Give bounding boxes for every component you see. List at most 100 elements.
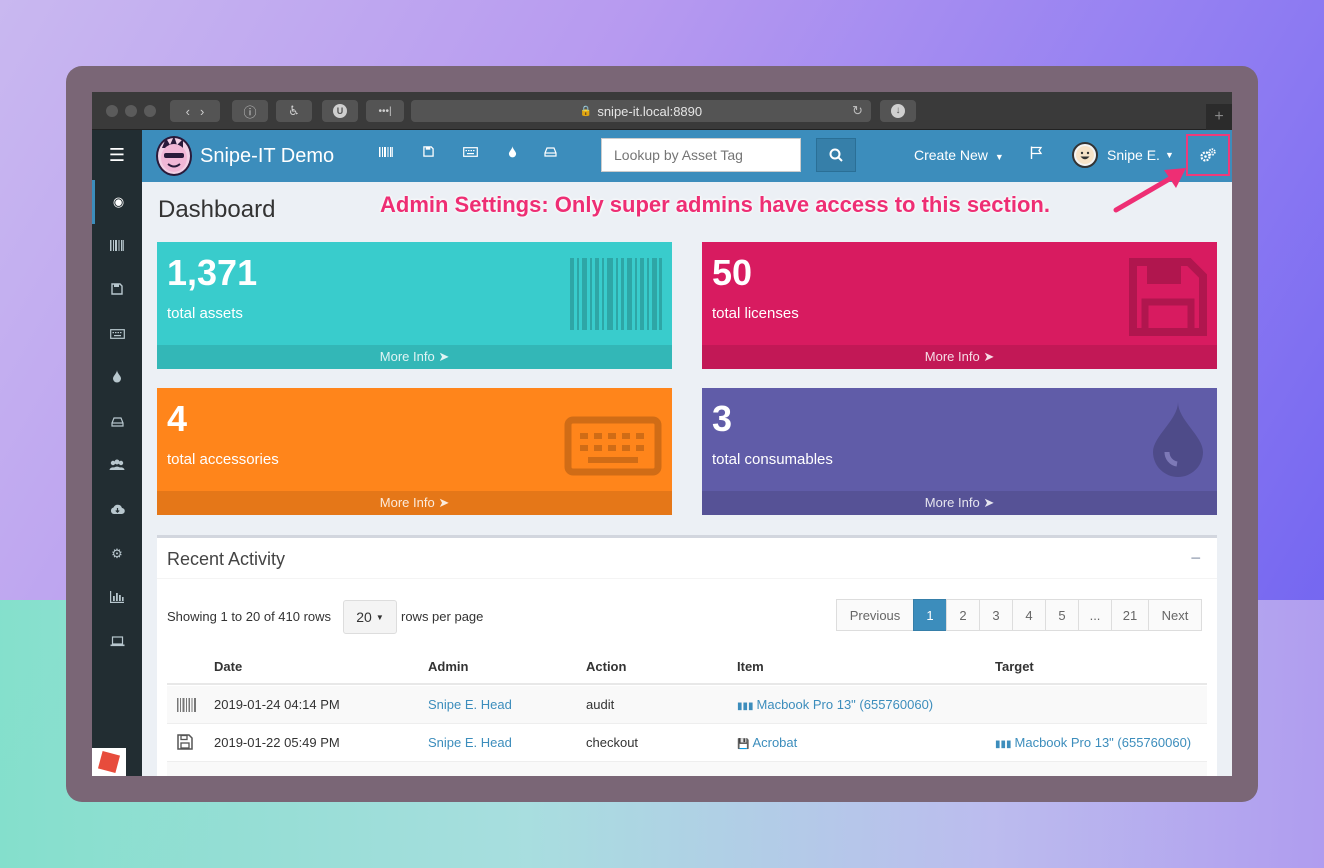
column-header-target[interactable]: Target [995, 659, 1034, 674]
accessories-nav-icon[interactable] [460, 146, 480, 160]
stat-label: total consumables [712, 451, 833, 468]
table-row: 2019-01-22 05:49 PM Snipe E. Head checko… [167, 724, 1207, 762]
sidebar-item-import[interactable] [92, 488, 142, 532]
extension-button[interactable]: U [322, 100, 358, 122]
password-button[interactable]: •••| [366, 100, 404, 122]
stat-label: total licenses [712, 305, 799, 322]
plus-icon: + [1214, 108, 1224, 125]
recent-activity-panel: Recent Activity − Showing 1 to 20 of 410… [157, 535, 1217, 776]
row-action: audit [586, 697, 615, 712]
row-target-link[interactable]: ▮▮▮ Macbook Pro 13" (655760060) [995, 735, 1191, 750]
column-header-date[interactable]: Date [214, 659, 242, 674]
back-forward-buttons[interactable]: ‹ › [170, 100, 220, 122]
column-header-admin[interactable]: Admin [428, 659, 468, 674]
sidebar-item-people[interactable] [92, 444, 142, 488]
row-date: 2019-01-24 04:14 PM [214, 697, 340, 712]
stat-box-assets: 1,371 total assets More Info ➤ [157, 242, 672, 369]
drop-icon [1151, 402, 1205, 483]
barcode-icon [110, 239, 124, 254]
sidebar-toggle-button[interactable]: ☰ [92, 130, 142, 180]
admin-settings-button[interactable] [1186, 134, 1230, 176]
download-icon: ↓ [891, 104, 905, 118]
barcode-icon: ▮▮▮ [995, 739, 1012, 750]
sidebar-item-dashboard[interactable]: ◉ [92, 180, 142, 224]
forward-icon[interactable]: › [200, 104, 204, 119]
sidebar-item-components[interactable] [92, 400, 142, 444]
stat-value: 4 [167, 398, 188, 439]
bar-chart-icon [110, 590, 124, 606]
consumables-nav-icon[interactable] [502, 146, 522, 161]
column-header-item[interactable]: Item [737, 659, 764, 674]
row-admin-link[interactable]: Snipe E. Head [428, 697, 512, 712]
sidebar-item-licenses[interactable] [92, 268, 142, 312]
column-header-action[interactable]: Action [586, 659, 626, 674]
alerts-flag-button[interactable] [1030, 146, 1043, 162]
sidebar-item-consumables[interactable] [92, 356, 142, 400]
new-tab-button[interactable]: + [1206, 104, 1232, 130]
gears-icon [1200, 148, 1216, 162]
pagination-page[interactable]: 4 [1012, 599, 1046, 631]
laptop-icon [110, 635, 125, 650]
table-header: Date Admin Action Item Target [167, 649, 1207, 685]
pagination-page[interactable]: 5 [1045, 599, 1079, 631]
pagination-page[interactable]: 21 [1111, 599, 1149, 631]
brand-logo-icon [156, 136, 192, 176]
components-nav-icon[interactable] [540, 146, 560, 160]
keyboard-icon [564, 416, 662, 481]
caret-down-icon: ▼ [375, 612, 384, 622]
stat-box-licenses: 50 total licenses More Info ➤ [702, 242, 1217, 369]
pagination-ellipsis: ... [1078, 599, 1112, 631]
more-info-link[interactable]: More Info ➤ [702, 345, 1217, 369]
top-navbar: Snipe-IT Demo Create New ▼ [142, 130, 1232, 182]
pagination-page[interactable]: 2 [946, 599, 980, 631]
downloads-button[interactable]: ↓ [880, 100, 916, 122]
assets-nav-icon[interactable] [376, 146, 396, 160]
minimize-window-dot[interactable] [125, 105, 137, 117]
pagination-previous[interactable]: Previous [836, 599, 914, 631]
pagination-next[interactable]: Next [1148, 599, 1202, 631]
lookup-search-button[interactable] [816, 138, 856, 172]
sidebar-item-settings[interactable]: ⚙ [92, 532, 142, 576]
pagination-page[interactable]: 3 [979, 599, 1013, 631]
arrow-circle-right-icon: ➤ [983, 495, 995, 510]
accessibility-button[interactable]: ♿ [276, 100, 312, 122]
caret-down-icon: ▼ [1164, 150, 1174, 160]
address-bar[interactable]: 🔒 snipe-it.local:8890 ↻ [411, 100, 871, 122]
rows-per-page-label: rows per page [401, 609, 484, 624]
page-title: Dashboard [158, 196, 276, 223]
sidebar-item-accessories[interactable] [92, 312, 142, 356]
table-row-partial [167, 762, 1207, 776]
rows-per-page-select[interactable]: 20 ▼ [343, 600, 397, 634]
licenses-nav-icon[interactable] [418, 146, 438, 160]
more-info-link[interactable]: More Info ➤ [157, 345, 672, 369]
row-item-link[interactable]: ▮▮▮ Macbook Pro 13" (655760060) [737, 697, 933, 712]
cloud-download-icon [110, 503, 125, 518]
gear-icon: ⚙ [111, 546, 123, 561]
sidebar-item-requestable[interactable] [92, 620, 142, 664]
extension-icon: U [333, 104, 347, 118]
sidebar-item-reports[interactable] [92, 576, 142, 620]
pagination-page[interactable]: 1 [913, 599, 947, 631]
row-date: 2019-01-22 05:49 PM [214, 735, 340, 750]
row-item-link[interactable]: 💾 Acrobat [737, 735, 797, 750]
panel-title: Recent Activity [167, 549, 286, 569]
back-icon[interactable]: ‹ [186, 104, 190, 119]
panel-divider [157, 578, 1217, 579]
row-admin-link[interactable]: Snipe E. Head [428, 735, 512, 750]
browser-toolbar: ‹ › ⓘ ♿ U •••| 🔒 snipe-it.local:8890 ↻ ↓… [92, 92, 1232, 130]
asset-tag-lookup-input[interactable] [601, 138, 801, 172]
brand-title: Snipe-IT Demo [200, 144, 335, 167]
sidebar: ☰ ◉ ⚙ [92, 130, 142, 776]
create-new-dropdown[interactable]: Create New ▼ [914, 147, 1004, 163]
floppy-disk-icon [111, 282, 123, 298]
more-info-link[interactable]: More Info ➤ [157, 491, 672, 515]
close-window-dot[interactable] [106, 105, 118, 117]
brand-link[interactable]: Snipe-IT Demo [156, 136, 334, 176]
sidebar-item-assets[interactable] [92, 224, 142, 268]
stat-value: 1,371 [167, 252, 258, 293]
maximize-window-dot[interactable] [144, 105, 156, 117]
info-button[interactable]: ⓘ [232, 100, 268, 122]
collapse-button[interactable]: − [1190, 548, 1201, 569]
reload-icon[interactable]: ↻ [852, 103, 863, 119]
more-info-link[interactable]: More Info ➤ [702, 491, 1217, 515]
